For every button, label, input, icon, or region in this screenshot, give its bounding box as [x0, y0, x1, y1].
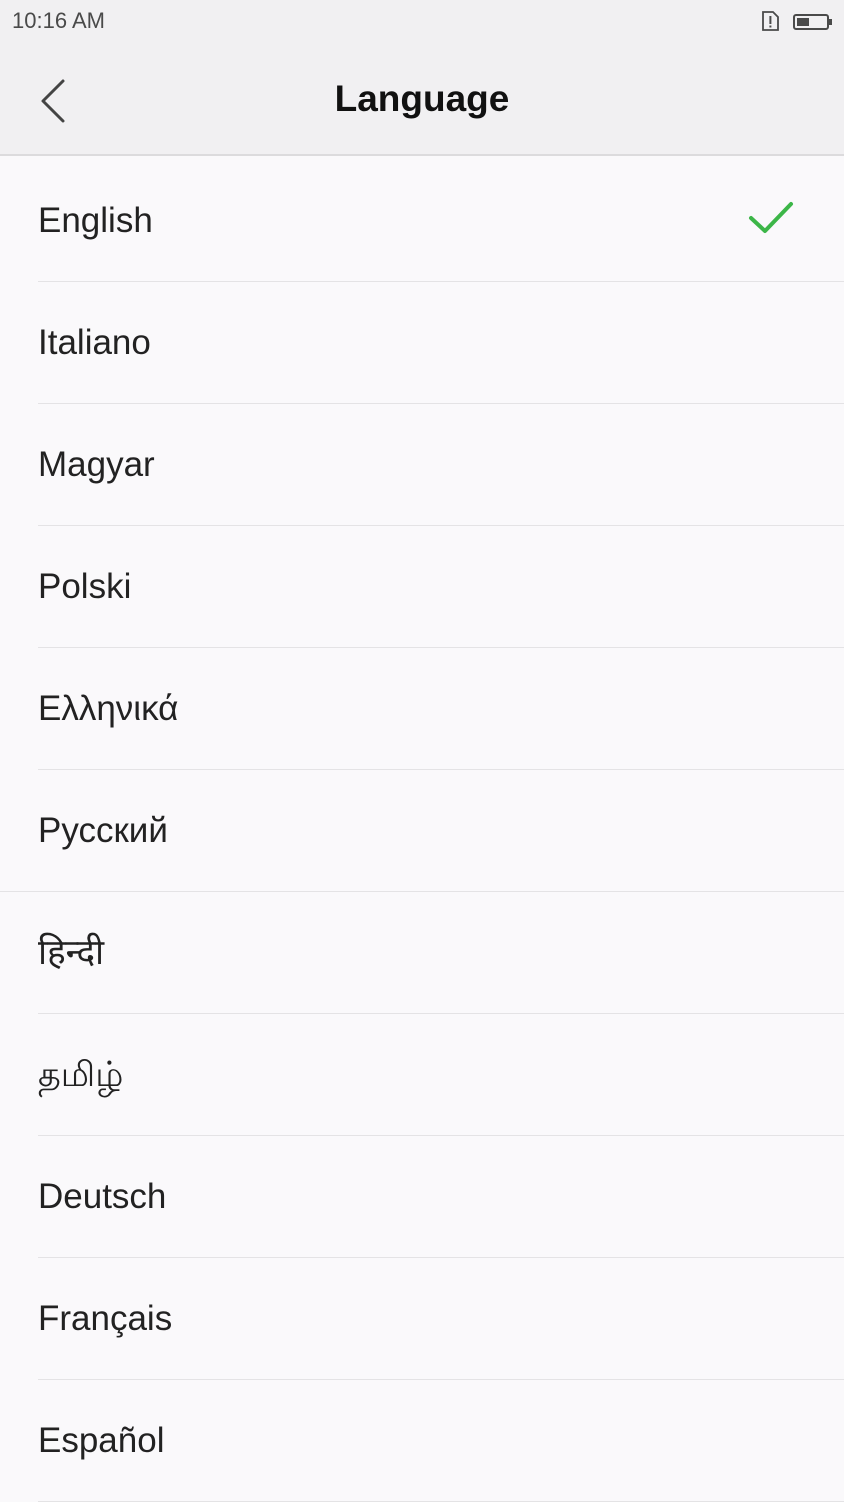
- language-item-italiano[interactable]: Italiano: [38, 282, 844, 404]
- language-label: Deutsch: [38, 1177, 167, 1216]
- language-item-english[interactable]: English: [38, 160, 844, 282]
- sim-alert-icon: [762, 11, 779, 31]
- battery-icon: [793, 14, 832, 30]
- language-item-deutsch[interactable]: Deutsch: [38, 1136, 844, 1258]
- language-label: தமிழ்: [38, 1055, 124, 1094]
- language-label: Ελληνικά: [38, 689, 179, 728]
- language-item-francais[interactable]: Français: [38, 1258, 844, 1380]
- title-bar: Language: [0, 44, 844, 156]
- language-item-hindi[interactable]: हिन्दी: [38, 892, 844, 1014]
- language-label: हिन्दी: [38, 933, 105, 972]
- language-label: Italiano: [38, 323, 151, 362]
- language-label: Français: [38, 1299, 173, 1338]
- status-bar: 10:16 AM: [0, 0, 844, 44]
- language-list: English Italiano Magyar Polski Ελληνικά …: [0, 160, 844, 1502]
- language-item-magyar[interactable]: Magyar: [38, 404, 844, 526]
- language-item-greek[interactable]: Ελληνικά: [38, 648, 844, 770]
- language-label: English: [38, 201, 153, 240]
- language-item-tamil[interactable]: தமிழ்: [38, 1014, 844, 1136]
- language-item-polski[interactable]: Polski: [38, 526, 844, 648]
- language-label: Español: [38, 1421, 165, 1460]
- check-icon: [749, 202, 793, 233]
- page-title: Language: [334, 78, 510, 119]
- language-item-espanol[interactable]: Español: [38, 1380, 844, 1502]
- language-label: Magyar: [38, 445, 155, 484]
- status-time: 10:16 AM: [12, 8, 105, 33]
- language-label: Русский: [38, 811, 168, 850]
- language-item-russian[interactable]: Русский: [0, 770, 844, 892]
- language-label: Polski: [38, 567, 132, 606]
